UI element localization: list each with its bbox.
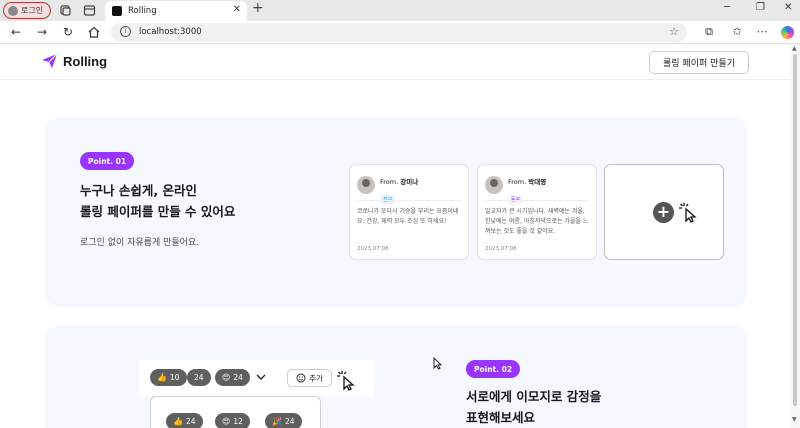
- close-window-icon[interactable]: ✕: [784, 2, 792, 13]
- reaction-count: 10: [169, 373, 180, 382]
- browser-toolbar: ← → ↻ i localhost:3000 ☆ ⧉ ✩ ⋯: [0, 21, 800, 44]
- scroll-down-icon[interactable]: ▼: [792, 416, 797, 423]
- brand-name: Rolling: [63, 53, 108, 69]
- point-01-headline-line2: 롤링 페이퍼를 만들 수 있어요: [80, 204, 236, 219]
- address-bar[interactable]: i localhost:3000 ☆: [111, 23, 687, 42]
- home-icon[interactable]: [87, 26, 101, 38]
- point-02-pill: Point. 02: [466, 360, 521, 378]
- point-02-headline-line1: 서로에게 이모지로 감정을: [466, 389, 602, 404]
- reaction-emoji: 🎉: [272, 417, 282, 426]
- card-divider: [485, 200, 589, 201]
- profile-icon: [8, 5, 18, 16]
- profile-label: 로그인: [21, 6, 44, 15]
- reaction-count: 24: [284, 417, 295, 426]
- scroll-thumb[interactable]: [793, 54, 797, 406]
- reaction-count: 24: [194, 373, 204, 382]
- sender-avatar: [485, 176, 503, 194]
- favicon-icon: [112, 6, 122, 16]
- message-body: 코로나가 또다시 기승을 부리는 요즘이네요. 건강, 체력 모두 조심 또 하…: [357, 208, 459, 225]
- copilot-icon[interactable]: [781, 26, 794, 39]
- sender-name: 박대영: [528, 178, 547, 186]
- point-01-headline: 누구나 손쉽게, 온라인 롤링 페이퍼를 만들 수 있어요: [80, 180, 235, 222]
- reaction-chip[interactable]: 24: [187, 369, 211, 386]
- sender-line: From. 강미나: [380, 178, 419, 186]
- message-body: 일교차가 큰 시기입니다. 새벽에는 겨울, 한낮에는 여름, 아침저녁으로는 …: [485, 208, 589, 235]
- reaction-chip[interactable]: 🎉 24: [265, 413, 302, 428]
- add-reaction-label: 추가: [309, 373, 323, 383]
- point-02-headline: 서로에게 이모지로 감정을 표현해보세요: [466, 386, 601, 428]
- emoji-popup: 👍 24 😍 12 🎉 24: [150, 396, 321, 428]
- back-icon[interactable]: ←: [9, 25, 23, 39]
- reaction-chip[interactable]: 👍 10: [150, 369, 187, 386]
- reaction-chip[interactable]: 😍 24: [215, 369, 250, 386]
- forward-icon[interactable]: →: [35, 25, 49, 39]
- point-01-pill: Point. 01: [80, 152, 135, 170]
- plus-icon[interactable]: +: [653, 202, 674, 223]
- sender-name: 강미나: [400, 178, 419, 186]
- site-info-icon[interactable]: i: [120, 26, 131, 37]
- extensions-icon[interactable]: ⧉: [702, 25, 716, 39]
- reaction-chip[interactable]: 😍 12: [215, 413, 250, 428]
- click-cursor-icon: [679, 203, 697, 223]
- point-01-headline-line1: 누구나 손쉽게, 온라인: [80, 183, 197, 198]
- reaction-count: 24: [185, 417, 196, 426]
- add-message-card[interactable]: +: [604, 164, 724, 260]
- make-rolling-paper-button[interactable]: 롤링 페이퍼 만들기: [649, 51, 749, 74]
- point-01-section: Point. 01 누구나 손쉽게, 온라인 롤링 페이퍼를 만들 수 있어요 …: [45, 117, 747, 307]
- more-menu-icon[interactable]: ⋯: [755, 25, 769, 38]
- profile-button[interactable]: 로그인: [3, 2, 51, 19]
- mouse-pointer-icon: [433, 357, 442, 370]
- reaction-chip[interactable]: 👍 24: [166, 413, 203, 428]
- url-text[interactable]: localhost:3000: [139, 27, 202, 37]
- message-date: 2023.07.08: [485, 246, 517, 252]
- site-header: Rolling 롤링 페이퍼 만들기: [0, 44, 790, 80]
- tab-title: Rolling: [128, 6, 157, 16]
- paper-plane-icon: [42, 53, 58, 68]
- reaction-count: 12: [233, 417, 243, 426]
- browser-tab-bar: 로그인 Rolling ✕ + ─ ❐ ✕: [0, 0, 800, 21]
- scroll-up-icon[interactable]: ▲: [792, 45, 797, 52]
- page-scrollbar[interactable]: ▲ ▼: [790, 44, 800, 428]
- reaction-emoji: 👍: [157, 373, 167, 382]
- refresh-icon[interactable]: ↻: [61, 25, 75, 39]
- reaction-emoji: 😍: [222, 417, 231, 426]
- click-cursor-icon: [337, 371, 355, 391]
- point-02-headline-line2: 표현해보세요: [466, 410, 536, 425]
- restore-icon[interactable]: ❐: [756, 2, 765, 13]
- reaction-emoji: 😍: [222, 373, 231, 382]
- sender-line: From. 박대영: [508, 178, 547, 186]
- minimize-icon[interactable]: ─: [724, 2, 730, 13]
- reaction-count: 24: [233, 373, 243, 382]
- page-viewport: Rolling 롤링 페이퍼 만들기 Point. 01 누구나 손쉽게, 온라…: [0, 44, 790, 428]
- chevron-down-icon[interactable]: [256, 373, 266, 381]
- message-card[interactable]: From. 강미나 친구 코로나가 또다시 기승을 부리는 요즘이네요. 건강,…: [349, 164, 469, 260]
- reaction-emoji: 👍: [173, 417, 183, 426]
- new-tab-icon[interactable]: +: [252, 0, 264, 16]
- tab-rolling[interactable]: Rolling ✕: [105, 1, 247, 21]
- emoji-reaction-bar: 👍 10 24 😍 24 추가: [139, 360, 374, 396]
- favorites-icon[interactable]: ✩: [730, 25, 744, 38]
- sender-avatar: [357, 176, 375, 194]
- close-tab-icon[interactable]: ✕: [233, 4, 241, 15]
- workspaces-icon[interactable]: [59, 4, 72, 17]
- message-date: 2023.07.08: [357, 246, 389, 252]
- logo[interactable]: Rolling: [41, 53, 107, 69]
- tab-actions-icon[interactable]: [83, 4, 96, 17]
- card-divider: [357, 200, 461, 201]
- favorite-star-icon[interactable]: ☆: [669, 25, 679, 38]
- message-card[interactable]: From. 박대영 동료 일교차가 큰 시기입니다. 새벽에는 겨울, 한낮에는…: [477, 164, 597, 260]
- point-01-subline: 로그인 없이 자유롭게 만들어요.: [80, 238, 200, 248]
- add-reaction-button[interactable]: 추가: [287, 369, 332, 387]
- smiley-add-icon: [296, 373, 306, 383]
